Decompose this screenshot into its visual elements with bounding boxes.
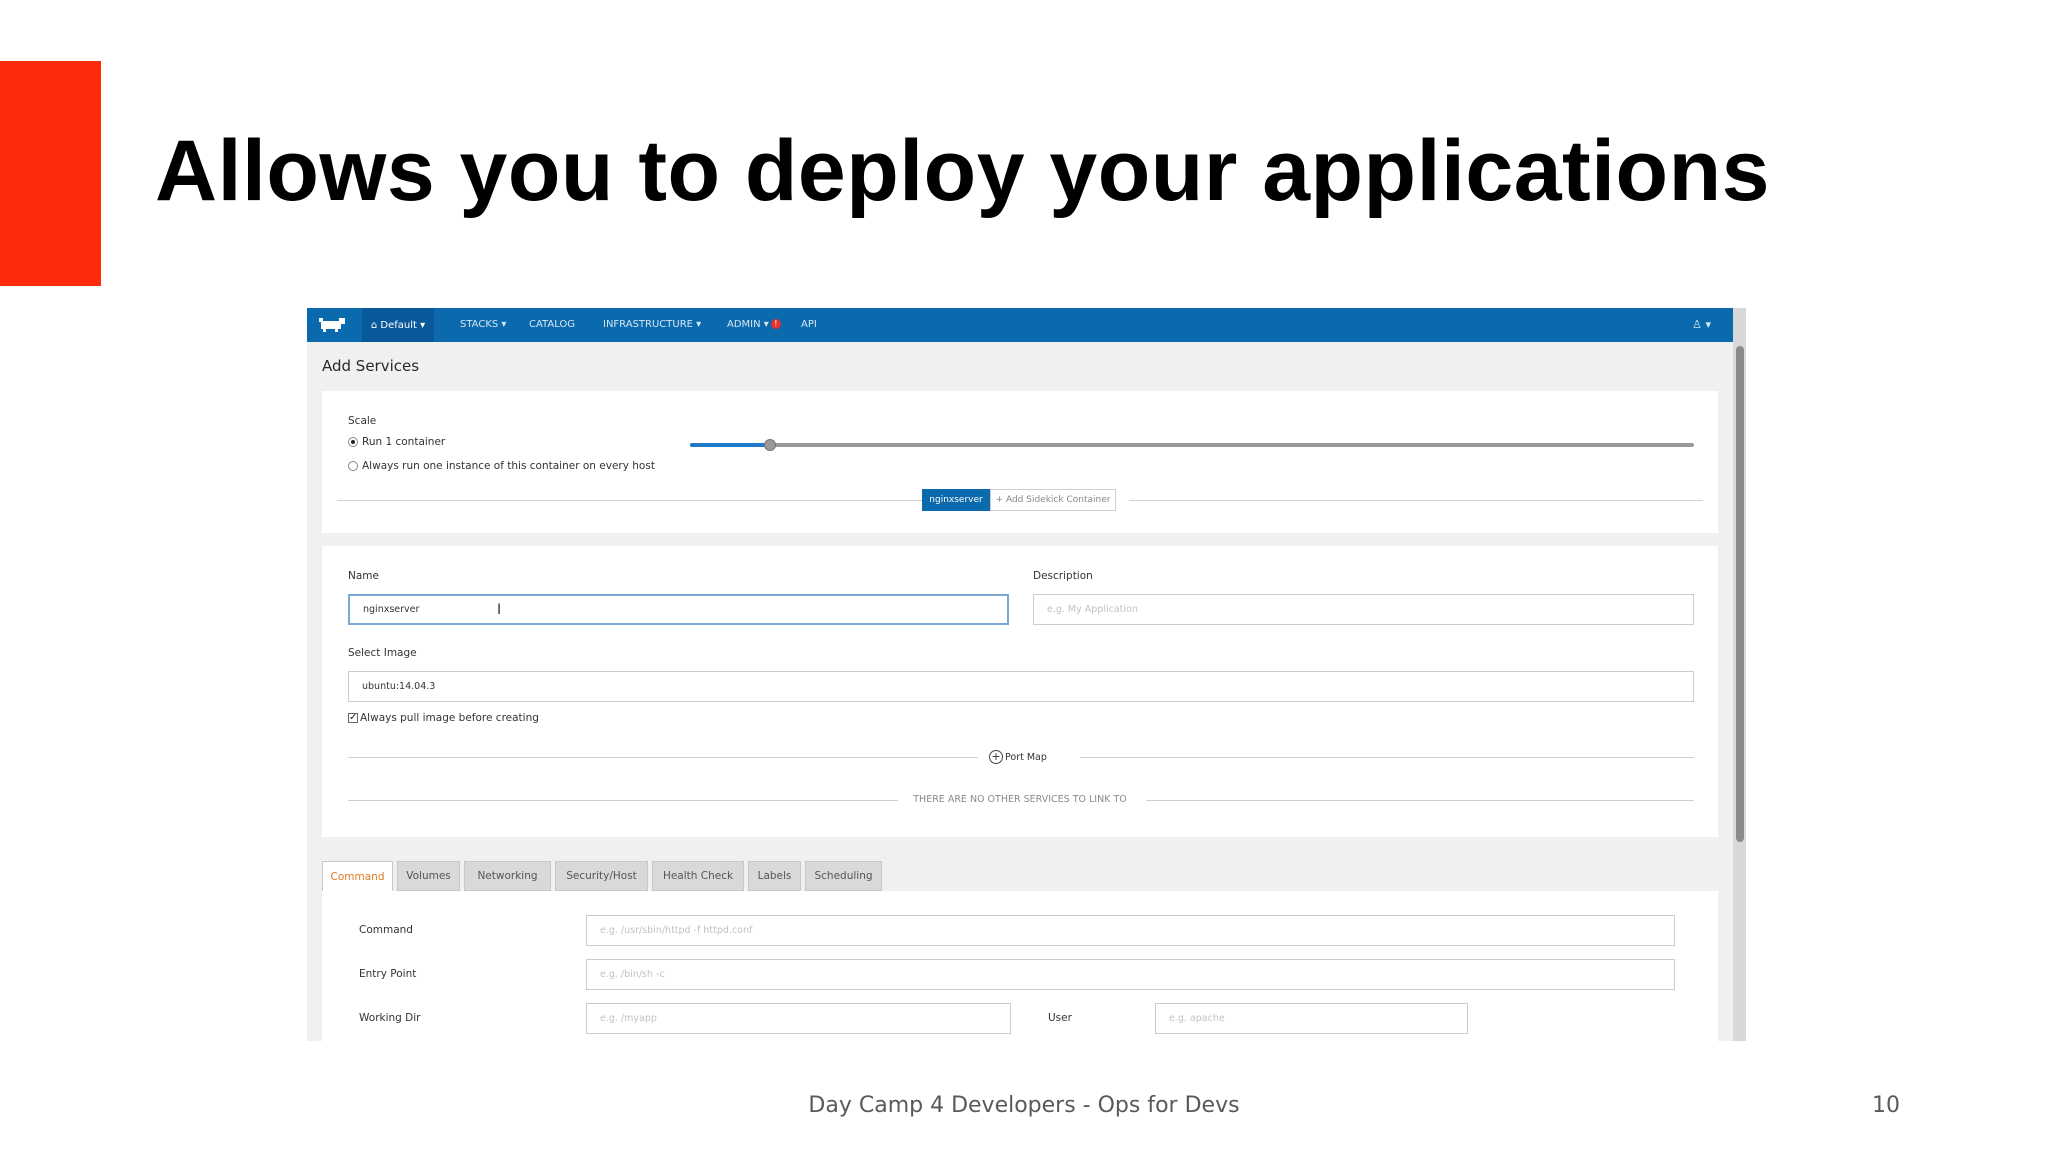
user-input[interactable]: e.g. apache [1155,1003,1468,1034]
description-label: Description [1033,570,1093,582]
scale-slider-handle[interactable] [764,439,777,451]
top-nav: ⌂ Default ▾ STACKS ▾ CATALOG INFRASTRUCT… [307,308,1733,342]
tab-labels[interactable]: Labels [748,861,801,891]
service-details-card: Name Description nginxserver I e.g. My A… [322,546,1718,837]
scale-slider[interactable] [690,439,1694,451]
nav-admin-label: ADMIN ▾ [727,319,769,330]
entry-point-input[interactable]: e.g. /bin/sh -c [586,959,1675,990]
page-title: Add Services [322,357,420,375]
nav-api[interactable]: API [801,319,817,330]
radio-run-one-label[interactable]: Run 1 container [362,436,445,448]
user-menu-icon[interactable]: ♙ ▾ [1692,318,1711,331]
port-map-label: Port Map [1005,751,1047,763]
tab-command[interactable]: Command [322,861,393,892]
entry-point-label: Entry Point [359,968,417,980]
command-input[interactable]: e.g. /usr/sbin/httpd -f httpd.conf [586,915,1675,946]
tab-scheduling[interactable]: Scheduling [805,861,882,891]
nav-catalog[interactable]: CATALOG [529,319,575,330]
command-label: Command [359,924,413,936]
plus-circle-icon: + [989,750,1003,764]
container-tab-nginxserver[interactable]: nginxserver [922,489,990,511]
tab-security-host[interactable]: Security/Host [555,861,648,891]
pull-image-checkbox[interactable]: ✓ [348,713,358,723]
tab-health-check[interactable]: Health Check [652,861,744,891]
scale-slider-fill [690,443,771,447]
scale-card: Scale Run 1 container Always run one ins… [322,391,1718,533]
radio-run-one[interactable] [348,437,358,447]
command-tab-panel: Command e.g. /usr/sbin/httpd -f httpd.co… [322,891,1718,1041]
port-map-button[interactable]: + Port Map [989,750,1047,764]
rancher-logo-icon[interactable] [317,316,347,332]
accent-bar [0,61,101,286]
radio-every-host[interactable] [348,461,358,471]
name-input[interactable]: nginxserver [348,594,1009,625]
admin-alert-badge: ! [770,319,781,329]
pull-image-label[interactable]: Always pull image before creating [360,712,539,724]
divider [1146,800,1694,801]
scale-label: Scale [348,415,377,427]
page-number: 10 [1872,1093,1900,1118]
image-input[interactable]: ubuntu:14.04.3 [348,671,1694,702]
tab-volumes[interactable]: Volumes [397,861,460,891]
user-label: User [1048,1012,1072,1024]
slide-title: Allows you to deploy your applications [155,123,1770,219]
description-input[interactable]: e.g. My Application [1033,594,1694,625]
app-screenshot: ⌂ Default ▾ STACKS ▾ CATALOG INFRASTRUCT… [307,308,1746,1041]
nav-infrastructure[interactable]: INFRASTRUCTURE ▾ [603,319,701,330]
divider [1129,500,1703,501]
select-image-label: Select Image [348,647,417,659]
nav-stacks[interactable]: STACKS ▾ [460,319,506,330]
working-dir-label: Working Dir [359,1012,421,1024]
radio-every-host-label[interactable]: Always run one instance of this containe… [362,460,655,472]
divider [1080,757,1694,758]
name-label: Name [348,570,379,582]
nav-admin[interactable]: ADMIN ▾! [727,319,781,330]
footer-text: Day Camp 4 Developers - Ops for Devs [808,1093,1240,1118]
scrollbar-thumb[interactable] [1736,346,1744,842]
working-dir-input[interactable]: e.g. /myapp [586,1003,1011,1034]
scrollbar[interactable] [1733,308,1746,1041]
divider [337,500,927,501]
text-cursor-icon: I [497,602,502,618]
tab-networking[interactable]: Networking [464,861,551,891]
environment-dropdown[interactable]: ⌂ Default ▾ [362,308,434,342]
add-sidekick-button[interactable]: + Add Sidekick Container [990,489,1116,511]
divider [348,757,978,758]
